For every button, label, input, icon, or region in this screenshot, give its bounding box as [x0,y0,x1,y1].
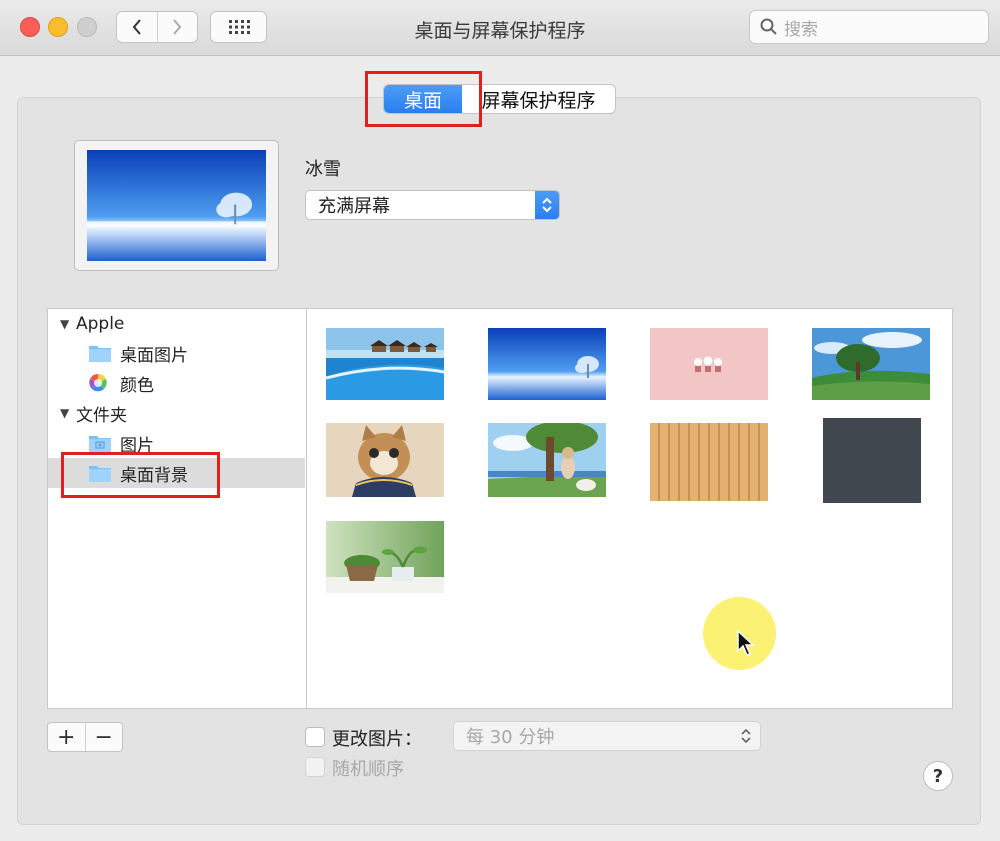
minimize-window-button[interactable] [48,17,68,37]
window-title: 桌面与屏幕保护程序 [414,20,586,42]
random-order-label: 随机顺序 [332,759,404,780]
add-folder-button[interactable]: + [48,723,85,751]
tab-desktop[interactable]: 桌面 [384,85,462,113]
fit-option-value: 充满屏幕 [318,196,390,217]
remove-folder-button[interactable]: − [84,723,123,751]
source-label: 图片 [120,435,154,456]
navigation-buttons [116,11,198,43]
source-list: ▼ Apple 桌面图片 颜色 ▼ 文件夹 图片 桌面背景 [47,308,306,709]
forward-button[interactable] [156,12,198,42]
thumbnail-dark-gray[interactable] [823,418,921,503]
grid-icon [228,20,250,34]
show-all-button[interactable] [210,11,267,43]
zoom-window-button[interactable] [77,17,97,37]
source-label: 桌面背景 [120,465,188,486]
thumbnail-pink-cartoon[interactable] [650,328,768,400]
group-folders[interactable]: ▼ 文件夹 [48,398,305,428]
wallpaper-preview [74,140,279,271]
mouse-pointer-icon [737,630,755,656]
color-wheel-icon [88,373,112,393]
updown-arrows-icon [535,191,559,219]
group-apple[interactable]: ▼ Apple [48,309,305,339]
thumbnail-potted-plants[interactable] [326,521,444,593]
source-item-desktop-pictures[interactable]: 桌面图片 [48,338,305,368]
chevron-right-icon [173,19,182,35]
search-input[interactable]: 搜索 [749,10,989,44]
thumbnail-anime-girl-tree[interactable] [488,423,606,497]
search-placeholder: 搜索 [784,19,818,40]
wallpaper-name: 冰雪 [305,159,341,180]
close-window-button[interactable] [20,17,40,37]
disclosure-triangle-icon[interactable]: ▼ [60,317,70,331]
add-remove-buttons: + − [47,722,123,752]
updown-arrows-icon [741,728,751,744]
interval-value: 每 30 分钟 [466,727,555,748]
source-label: 桌面图片 [120,345,188,366]
back-button[interactable] [117,12,157,42]
source-item-colors[interactable]: 颜色 [48,368,305,398]
group-label: 文件夹 [76,405,127,426]
change-picture-checkbox[interactable] [305,727,325,747]
chevron-left-icon [132,19,141,35]
thumbnail-snow-tree-sea[interactable] [488,328,606,400]
thumbnail-wood-planks[interactable] [650,423,768,501]
source-item-desktop-backgrounds[interactable]: 桌面背景 [48,458,305,488]
help-button[interactable]: ? [923,761,953,791]
source-item-pictures[interactable]: 图片 [48,428,305,458]
search-icon [760,18,777,35]
fit-option-select[interactable]: 充满屏幕 [305,190,560,220]
disclosure-triangle-icon[interactable]: ▼ [60,406,70,420]
source-label: 颜色 [120,375,154,396]
folder-icon [88,343,112,363]
random-order-checkbox[interactable] [305,757,325,777]
change-picture-label: 更改图片： [332,729,422,750]
title-bar: 桌面与屏幕保护程序 搜索 [0,0,1000,56]
wallpaper-grid [306,308,953,709]
thumbnail-overwater-bungalows[interactable] [326,328,444,400]
thumbnail-cat[interactable] [326,423,444,497]
interval-select[interactable]: 每 30 分钟 [453,721,761,751]
pictures-folder-icon [88,433,112,453]
tab-screensaver[interactable]: 屏幕保护程序 [462,85,615,113]
thumbnail-green-tree-field[interactable] [812,328,930,400]
folder-icon [88,463,112,483]
group-label: Apple [76,314,125,334]
snow-tree-sea-image [87,150,266,261]
tab-bar: 桌面 屏幕保护程序 [383,84,616,114]
